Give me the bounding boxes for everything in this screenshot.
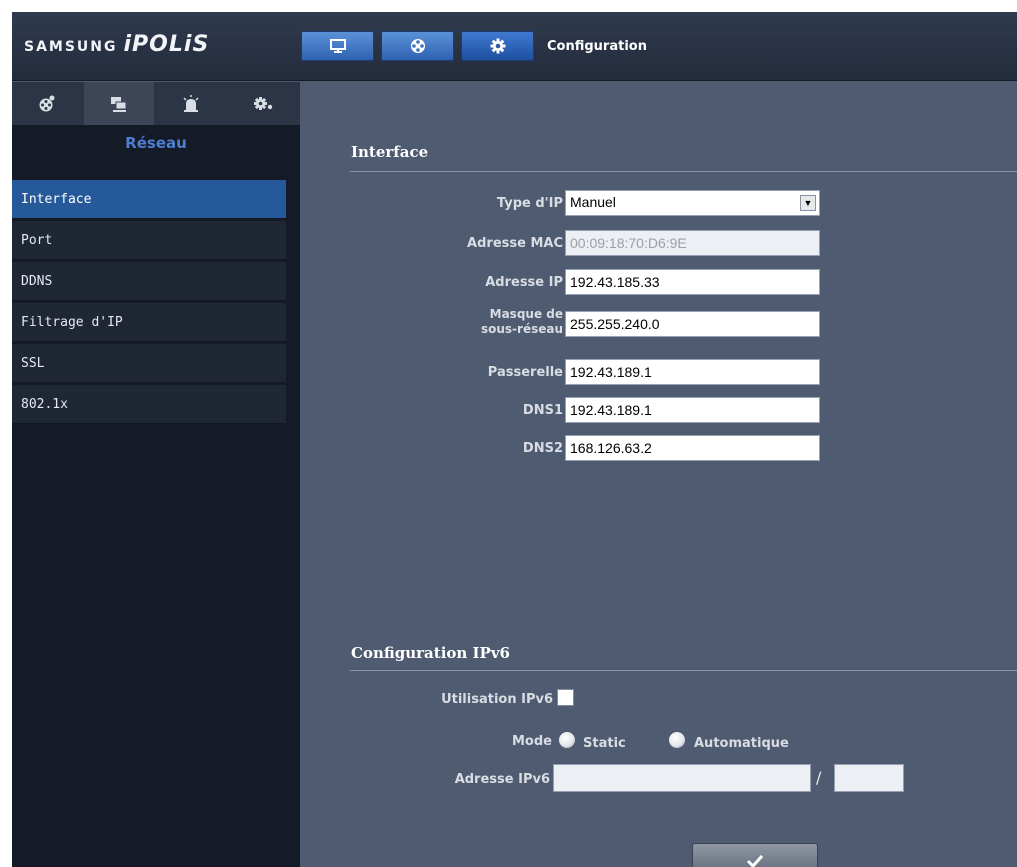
ipv6-address-label: Adresse IPv6 bbox=[454, 772, 550, 787]
monitor-icon bbox=[329, 39, 346, 53]
dns2-label: DNS2 bbox=[522, 441, 563, 456]
tab-system[interactable] bbox=[228, 82, 298, 125]
tab-network[interactable] bbox=[84, 82, 154, 125]
sidebar-item-port[interactable]: Port bbox=[12, 221, 286, 260]
network-icon bbox=[111, 96, 127, 112]
ipv6-use-label: Utilisation IPv6 bbox=[441, 692, 553, 707]
header-bar: SAMSUNG iPOLiS Configuration bbox=[12, 12, 1017, 81]
main-panel: Interface Type d'IP Manuel ▼ Adresse MAC… bbox=[300, 82, 1017, 867]
ip-address-field[interactable] bbox=[565, 269, 820, 295]
logo-product: iPOLiS bbox=[123, 32, 210, 57]
gateway-field[interactable] bbox=[565, 359, 820, 385]
ip-type-value: Manuel bbox=[570, 194, 616, 210]
dns2-field[interactable] bbox=[565, 435, 820, 461]
dns1-field[interactable] bbox=[565, 397, 820, 423]
film-reel-icon bbox=[410, 39, 425, 53]
ip-type-select[interactable]: Manuel ▼ bbox=[565, 190, 820, 216]
ipv6-prefix-field[interactable] bbox=[834, 764, 904, 792]
page-title: Configuration bbox=[547, 39, 647, 54]
checkmark-icon bbox=[746, 854, 764, 867]
ip-address-label: Adresse IP bbox=[485, 275, 563, 290]
logo-brand: SAMSUNG bbox=[24, 39, 118, 55]
mode-auto-label: Automatique bbox=[694, 736, 789, 751]
chevron-down-icon: ▼ bbox=[800, 195, 816, 211]
prefix-separator: / bbox=[816, 768, 822, 787]
subnet-mask-field[interactable] bbox=[565, 311, 820, 337]
subnet-mask-label-line1: Masque de bbox=[489, 307, 563, 321]
video-settings-icon bbox=[39, 95, 55, 111]
ipv6-mode-label: Mode bbox=[512, 734, 552, 749]
tab-video-audio[interactable] bbox=[12, 82, 82, 125]
system-settings-icon bbox=[254, 96, 273, 110]
mac-address-field bbox=[565, 230, 820, 256]
sidebar-heading: Réseau bbox=[125, 134, 187, 152]
app-window: SAMSUNG iPOLiS Configuration Réseau Inte… bbox=[12, 12, 1017, 867]
setup-button[interactable] bbox=[461, 31, 534, 61]
ipv6-address-field[interactable] bbox=[553, 764, 811, 792]
gateway-label: Passerelle bbox=[487, 365, 563, 380]
mac-address-label: Adresse MAC bbox=[467, 236, 563, 251]
mode-static-label: Static bbox=[583, 736, 626, 751]
subnet-mask-label-line2: sous-réseau bbox=[480, 322, 563, 336]
ip-type-label: Type d'IP bbox=[496, 196, 563, 211]
sidebar-item-ddns[interactable]: DDNS bbox=[12, 262, 286, 301]
sidebar: Réseau Interface Port DDNS Filtrage d'IP… bbox=[12, 82, 300, 867]
sidebar-item-ssl[interactable]: SSL bbox=[12, 344, 286, 383]
apply-button[interactable] bbox=[692, 843, 818, 867]
subnet-mask-label: Masque de sous-réseau bbox=[400, 307, 563, 337]
ipv6-section-title: Configuration IPv6 bbox=[351, 644, 510, 662]
gear-icon bbox=[490, 38, 505, 54]
sidebar-tabs bbox=[12, 82, 300, 125]
live-view-button[interactable] bbox=[301, 31, 374, 61]
logo: SAMSUNG iPOLiS bbox=[24, 32, 209, 62]
mode-static-radio[interactable] bbox=[559, 732, 575, 748]
section-divider bbox=[350, 670, 1017, 671]
sidebar-item-interface[interactable]: Interface bbox=[12, 180, 286, 219]
section-divider bbox=[350, 171, 1017, 172]
tab-event[interactable] bbox=[156, 82, 226, 125]
sidebar-item-8021x[interactable]: 802.1x bbox=[12, 385, 286, 424]
dns1-label: DNS1 bbox=[522, 403, 563, 418]
interface-section-title: Interface bbox=[351, 143, 429, 161]
mode-auto-radio[interactable] bbox=[669, 732, 685, 748]
ipv6-enable-checkbox[interactable] bbox=[557, 689, 574, 706]
playback-button[interactable] bbox=[381, 31, 454, 61]
alarm-icon bbox=[183, 94, 199, 112]
sidebar-item-ip-filtering[interactable]: Filtrage d'IP bbox=[12, 303, 286, 342]
